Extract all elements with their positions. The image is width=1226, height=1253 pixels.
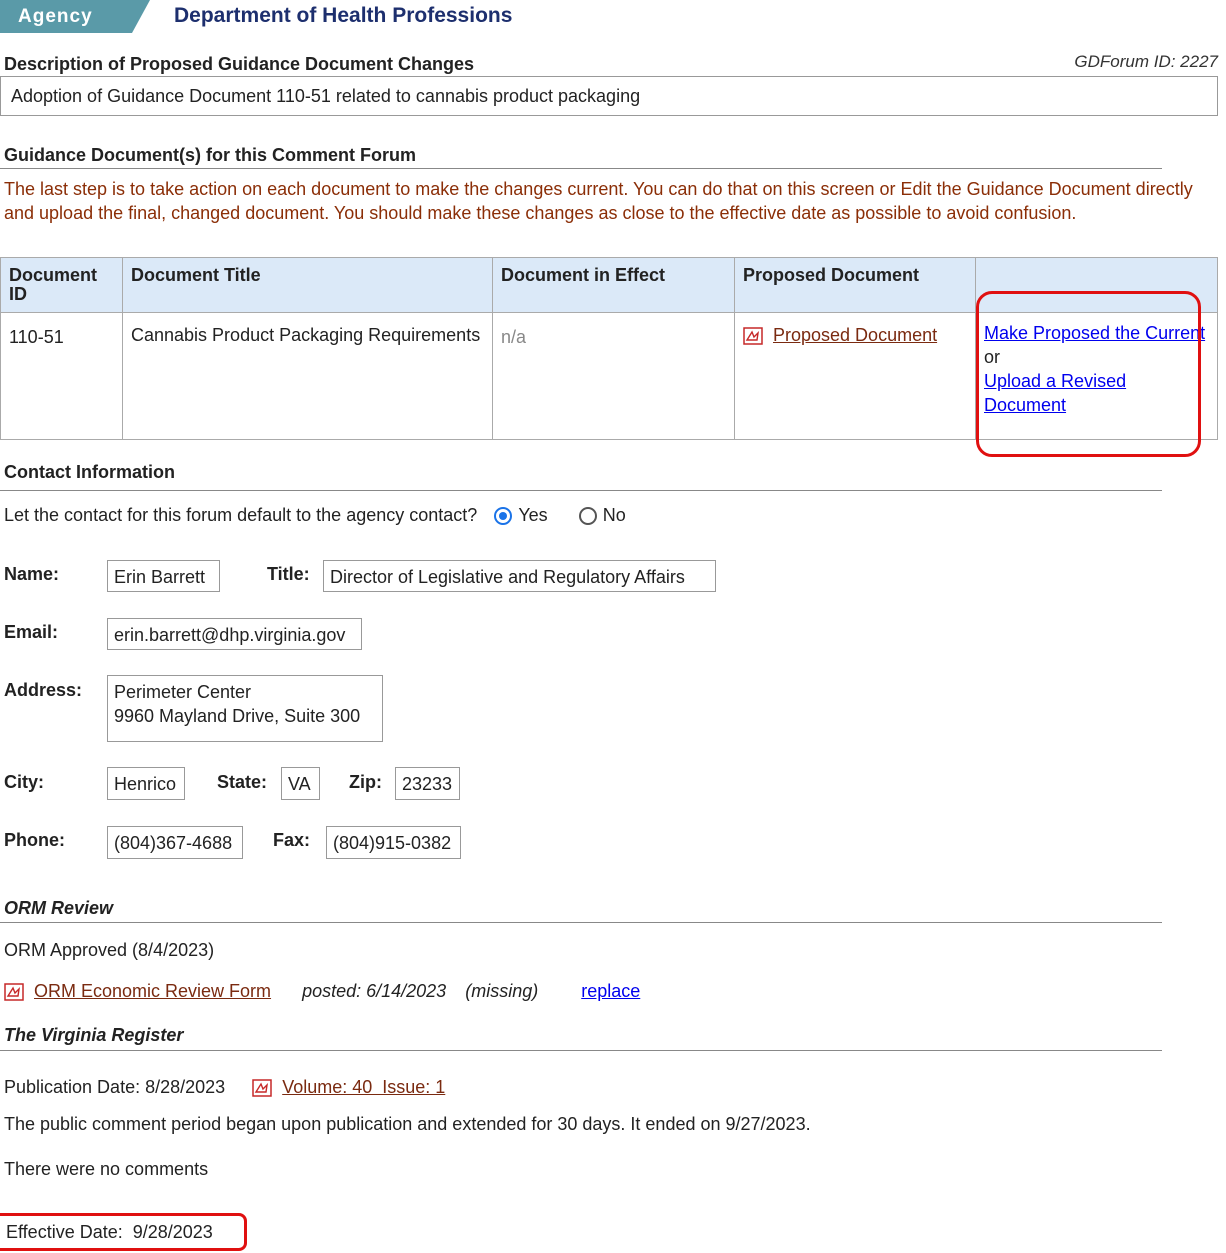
orm-form-link[interactable]: ORM Economic Review Form: [34, 981, 271, 1001]
address-line2: 9960 Mayland Drive, Suite 300: [114, 706, 361, 726]
fax-label: Fax:: [273, 830, 311, 850]
default-contact-row: Let the contact for this forum default t…: [4, 505, 626, 526]
forum-id: GDForum ID: 2227: [1074, 52, 1218, 71]
address-line1: Perimeter Center: [114, 682, 252, 702]
name-field[interactable]: Erin Barrett: [107, 560, 220, 592]
title-field[interactable]: Director of Legislative and Regulatory A…: [323, 560, 716, 592]
register-divider: [0, 1050, 1162, 1051]
fax-field[interactable]: (804)915-0382: [326, 826, 461, 859]
replace-link[interactable]: replace: [581, 981, 640, 1001]
guidance-heading: Guidance Document(s) for this Comment Fo…: [4, 145, 417, 165]
col-document-title: Document Title: [122, 257, 493, 313]
register-heading: The Virginia Register: [4, 1025, 184, 1045]
title-label: Title:: [267, 564, 310, 584]
zip-field[interactable]: 23233: [395, 767, 460, 800]
default-contact-question: Let the contact for this forum default t…: [4, 505, 478, 525]
phone-field[interactable]: (804)367-4688: [107, 826, 243, 859]
description-text: Adoption of Guidance Document 110-51 rel…: [11, 86, 641, 106]
name-label: Name:: [4, 564, 60, 584]
orm-posted: posted: 6/14/2023: [302, 981, 447, 1001]
col-document-in-effect: Document in Effect: [492, 257, 735, 313]
description-box: Adoption of Guidance Document 110-51 rel…: [0, 76, 1218, 116]
no-comments: There were no comments: [4, 1159, 209, 1179]
email-value: erin.barrett@dhp.virginia.gov: [114, 625, 346, 645]
name-value: Erin Barrett: [114, 567, 206, 587]
address-label: Address:: [4, 680, 83, 700]
orm-status: ORM Approved (8/4/2023): [4, 940, 215, 960]
contact-heading: Contact Information: [4, 462, 175, 482]
agency-name: Department of Health Professions: [174, 4, 513, 27]
email-field[interactable]: erin.barrett@dhp.virginia.gov: [107, 618, 362, 650]
address-field[interactable]: Perimeter Center 9960 Mayland Drive, Sui…: [107, 675, 383, 742]
volume-issue-link[interactable]: Volume: 40 Issue: 1: [282, 1077, 445, 1097]
highlight-actions-outline: [976, 291, 1201, 457]
guidance-divider: [0, 168, 1162, 169]
agency-tab: Agency: [0, 0, 150, 33]
cell-doc-title: Cannabis Product Packaging Requirements: [122, 312, 493, 440]
phone-value: (804)367-4688: [114, 833, 233, 853]
title-value: Director of Legislative and Regulatory A…: [330, 567, 685, 587]
state-label: State:: [217, 772, 268, 792]
pdf-icon: [252, 1079, 272, 1097]
phone-label: Phone:: [4, 830, 65, 850]
publication-row: Publication Date: 8/28/2023 Volume: 40 I…: [4, 1077, 445, 1098]
zip-value: 23233: [402, 774, 453, 794]
col-document-id: Document ID: [0, 257, 123, 313]
contact-divider: [0, 490, 1162, 491]
proposed-document-link[interactable]: Proposed Document: [773, 325, 937, 345]
description-heading: Description of Proposed Guidance Documen…: [4, 54, 475, 74]
city-label: City:: [4, 772, 44, 792]
effective-date: Effective Date: 9/28/2023: [6, 1222, 213, 1242]
radio-no[interactable]: No: [578, 505, 626, 526]
state-value: VA: [288, 774, 311, 794]
cell-in-effect: n/a: [492, 312, 735, 440]
orm-missing: (missing): [465, 981, 539, 1001]
pdf-icon: [4, 983, 24, 1001]
radio-no-label: No: [602, 505, 626, 525]
comment-period: The public comment period began upon pub…: [4, 1114, 811, 1134]
email-label: Email:: [4, 622, 59, 642]
cell-doc-id: 110-51: [0, 312, 123, 440]
radio-yes-label: Yes: [518, 505, 548, 525]
col-proposed-document: Proposed Document: [734, 257, 976, 313]
radio-yes-icon: [494, 507, 513, 526]
pdf-icon: [743, 327, 763, 345]
orm-heading: ORM Review: [4, 898, 114, 918]
zip-label: Zip:: [349, 772, 382, 792]
state-field[interactable]: VA: [281, 767, 320, 800]
orm-form-row: ORM Economic Review Form posted: 6/14/20…: [4, 981, 640, 1002]
radio-yes[interactable]: Yes: [494, 505, 548, 526]
orm-divider: [0, 922, 1162, 923]
city-field[interactable]: Henrico: [107, 767, 185, 800]
fax-value: (804)915-0382: [333, 833, 452, 853]
guidance-instructions: The last step is to take action on each …: [4, 179, 1193, 223]
city-value: Henrico: [114, 774, 177, 794]
publication-date: Publication Date: 8/28/2023: [4, 1077, 226, 1097]
cell-proposed: Proposed Document: [734, 312, 976, 440]
radio-no-icon: [578, 507, 597, 526]
